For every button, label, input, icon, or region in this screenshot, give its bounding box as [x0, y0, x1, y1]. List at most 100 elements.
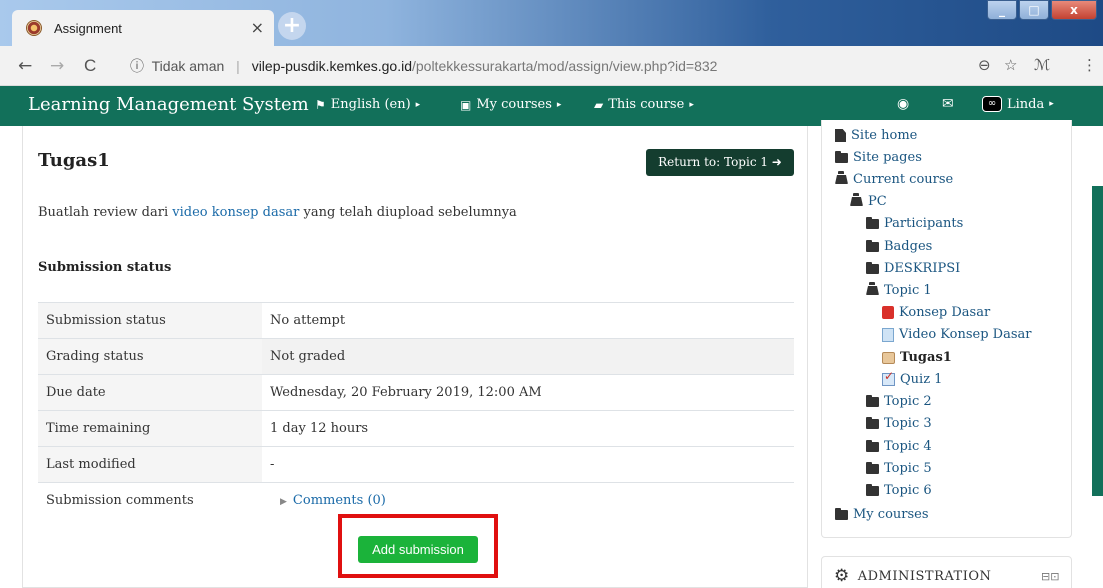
- row-label: Submission comments: [38, 482, 262, 519]
- window-controls: _ □ x: [987, 0, 1097, 20]
- my-courses-menu[interactable]: ▣ My courses ▸: [460, 97, 561, 112]
- tree-item-label: Topic 5: [884, 461, 932, 476]
- submission-status-table: Submission status No attempt Grading sta…: [38, 302, 794, 519]
- block-controls-icon[interactable]: ⊟⊡: [1041, 570, 1059, 583]
- intro-text-after: yang telah diupload sebelumnya: [299, 205, 517, 220]
- tab-title: Assignment: [54, 20, 122, 36]
- my-courses-label: My courses: [476, 97, 552, 112]
- back-arrow-icon[interactable]: ←: [18, 56, 32, 76]
- tree-item-participants[interactable]: Participants: [866, 216, 963, 231]
- flag-icon: ⚑: [315, 97, 326, 112]
- tree-item-topic-6[interactable]: Topic 6: [866, 483, 932, 498]
- avatar: ∞: [982, 96, 1002, 112]
- assignment-icon: [882, 351, 895, 364]
- scrollbar[interactable]: [1092, 186, 1103, 496]
- not-secure-label: Tidak aman: [151, 58, 225, 74]
- window-close-icon[interactable]: x: [1051, 0, 1097, 20]
- table-row: Last modified -: [38, 446, 794, 483]
- tree-item-tugas1[interactable]: Tugas1: [882, 350, 952, 365]
- row-value: -: [262, 446, 794, 483]
- url-field[interactable]: ⓘ Tidak aman | vilep-pusdik.kemkes.go.id…: [130, 56, 717, 76]
- comments-link[interactable]: Comments (0): [293, 493, 386, 508]
- add-submission-button[interactable]: Add submission: [358, 536, 478, 563]
- table-row: Grading status Not graded: [38, 338, 794, 375]
- tree-item-course-pc[interactable]: PC: [850, 193, 887, 209]
- tree-item-video-konsep-dasar[interactable]: Video Konsep Dasar: [882, 327, 1031, 342]
- tree-item-label: Video Konsep Dasar: [899, 327, 1032, 342]
- extension-icon[interactable]: ℳ: [1034, 56, 1050, 74]
- table-row: Submission status No attempt: [38, 302, 794, 339]
- table-row: Due date Wednesday, 20 February 2019, 12…: [38, 374, 794, 411]
- return-to-topic-button[interactable]: Return to: Topic 1 ➜: [646, 149, 794, 176]
- folder-icon: [866, 483, 879, 496]
- gears-icon: ⚙: [834, 566, 850, 586]
- tree-item-label: Badges: [884, 239, 933, 254]
- folder-open-icon: [850, 193, 863, 206]
- folder-icon: [835, 150, 848, 163]
- tree-item-label: Site pages: [853, 150, 922, 165]
- tree-item-topic-5[interactable]: Topic 5: [866, 461, 932, 476]
- briefcase-icon: ▣: [460, 97, 472, 112]
- book-icon: ▰: [594, 97, 604, 112]
- intro-text-before: Buatlah review dari: [38, 205, 173, 220]
- row-value: Not graded: [262, 338, 794, 375]
- url-separator: |: [236, 58, 240, 74]
- tree-item-label: Participants: [884, 216, 964, 231]
- row-label: Last modified: [38, 446, 262, 483]
- tree-item-deskripsi[interactable]: DESKRIPSI: [866, 261, 960, 276]
- this-course-menu[interactable]: ▰ This course ▸: [594, 97, 694, 112]
- reload-icon[interactable]: C: [84, 56, 96, 76]
- folder-icon: [866, 216, 879, 229]
- page-title: Tugas1: [38, 150, 110, 171]
- row-label: Submission status: [38, 302, 262, 339]
- tree-item-topic-4[interactable]: Topic 4: [866, 439, 932, 454]
- tree-item-quiz-1[interactable]: Quiz 1: [882, 369, 942, 387]
- caret-icon: ▸: [556, 99, 562, 110]
- user-menu[interactable]: ∞ Linda ▸: [982, 96, 1054, 112]
- pdf-icon: [882, 306, 894, 319]
- info-icon[interactable]: ⓘ: [130, 59, 144, 75]
- browser-tab[interactable]: Assignment ×: [12, 10, 274, 46]
- folder-open-icon: [835, 171, 848, 184]
- globe-icon[interactable]: ◉: [897, 96, 909, 112]
- messages-icon[interactable]: ✉: [942, 96, 954, 112]
- tree-item-current-course[interactable]: Current course: [835, 171, 954, 187]
- tree-item-label: Topic 1: [884, 283, 932, 298]
- row-value: 1 day 12 hours: [262, 410, 794, 447]
- folder-open-icon: [866, 282, 879, 295]
- tree-item-my-courses[interactable]: My courses: [835, 507, 929, 522]
- minimize-icon[interactable]: _: [987, 0, 1017, 20]
- assignment-intro: Buatlah review dari video konsep dasar y…: [38, 205, 517, 220]
- bookmark-star-icon[interactable]: ☆: [1004, 56, 1017, 74]
- row-value: No attempt: [262, 302, 794, 339]
- tree-item-topic-2[interactable]: Topic 2: [866, 394, 932, 409]
- intro-video-link[interactable]: video konsep dasar: [172, 205, 299, 220]
- tree-item-topic-1[interactable]: Topic 1: [866, 282, 932, 298]
- document-icon: [882, 327, 894, 342]
- tree-item-topic-3[interactable]: Topic 3: [866, 416, 932, 431]
- maximize-icon[interactable]: □: [1019, 0, 1049, 20]
- zoom-icon[interactable]: ⊖: [978, 56, 991, 74]
- site-brand[interactable]: Learning Management System: [28, 94, 309, 115]
- language-menu[interactable]: ⚑ English (en) ▸: [315, 97, 420, 112]
- this-course-label: This course: [608, 97, 685, 112]
- tree-item-badges[interactable]: Badges: [866, 239, 932, 254]
- language-label: English (en): [330, 97, 411, 112]
- browser-menu-icon[interactable]: ⋮: [1082, 56, 1097, 74]
- folder-icon: [866, 439, 879, 452]
- tree-item-label: Site home: [851, 128, 918, 143]
- tree-item-site-home[interactable]: Site home: [835, 128, 917, 143]
- quiz-icon: [882, 369, 895, 386]
- tree-item-label: My courses: [853, 507, 929, 522]
- tree-item-label: Topic 2: [884, 394, 932, 409]
- tab-close-icon[interactable]: ×: [251, 18, 264, 37]
- folder-icon: [866, 461, 879, 474]
- url-host: vilep-pusdik.kemkes.go.id: [251, 58, 412, 74]
- new-tab-icon[interactable]: +: [278, 12, 306, 40]
- tree-item-konsep-dasar[interactable]: Konsep Dasar: [882, 305, 990, 320]
- tree-item-label: Current course: [853, 172, 954, 187]
- tree-item-label: PC: [868, 194, 887, 209]
- table-row: Time remaining 1 day 12 hours: [38, 410, 794, 447]
- tree-item-site-pages[interactable]: Site pages: [835, 150, 922, 165]
- forward-arrow-icon[interactable]: →: [50, 56, 64, 76]
